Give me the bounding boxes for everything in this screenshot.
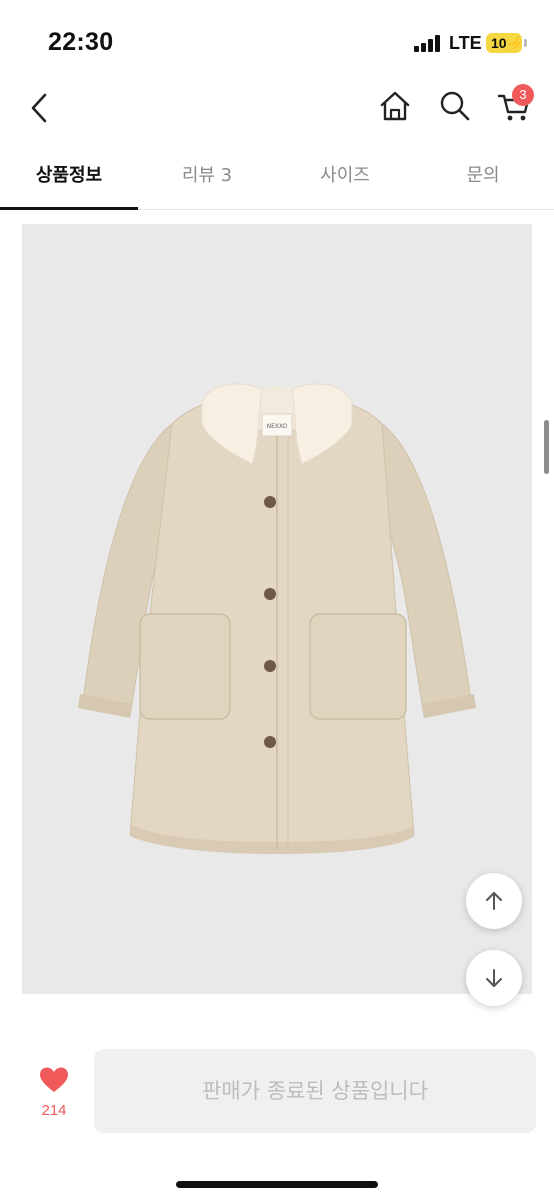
home-indicator[interactable] bbox=[176, 1181, 378, 1188]
chevron-left-icon bbox=[31, 93, 47, 123]
signal-icon bbox=[414, 34, 444, 52]
scroll-down-button[interactable] bbox=[466, 950, 522, 1006]
search-button[interactable] bbox=[438, 88, 472, 124]
battery-level: 10 bbox=[491, 35, 507, 51]
home-button[interactable] bbox=[378, 88, 412, 124]
scroll-up-button[interactable] bbox=[466, 873, 522, 929]
tab-product-info[interactable]: 상품정보 bbox=[0, 150, 138, 210]
battery-icon: 10⚡ bbox=[486, 33, 527, 53]
coat-illustration: NEXXO bbox=[78, 383, 476, 854]
tab-size[interactable]: 사이즈 bbox=[276, 150, 414, 210]
like-count: 214 bbox=[41, 1102, 67, 1119]
tab-reviews[interactable]: 리뷰 3 bbox=[138, 150, 276, 210]
home-icon bbox=[380, 91, 410, 121]
app-header: 3 bbox=[0, 80, 554, 140]
sold-out-button[interactable]: 판매가 종료된 상품입니다 bbox=[94, 1049, 536, 1133]
like-button[interactable]: 214 bbox=[30, 1066, 78, 1126]
network-label: LTE bbox=[449, 33, 482, 53]
product-tabs: 상품정보 리뷰 3 사이즈 문의 bbox=[0, 150, 554, 210]
arrow-up-icon bbox=[486, 892, 502, 910]
status-time: 22:30 bbox=[48, 28, 114, 56]
arrow-down-icon bbox=[486, 969, 502, 987]
cart-count-badge: 3 bbox=[512, 84, 534, 106]
status-bar: 22:30 LTE 10⚡ bbox=[0, 0, 554, 80]
scrollbar[interactable] bbox=[544, 420, 549, 474]
back-button[interactable] bbox=[26, 90, 56, 126]
tab-inquiry[interactable]: 문의 bbox=[414, 150, 552, 210]
product-image: NEXXO bbox=[22, 224, 532, 994]
brand-tag: NEXXO bbox=[267, 423, 288, 430]
heart-icon bbox=[40, 1067, 68, 1092]
search-icon bbox=[440, 91, 470, 121]
